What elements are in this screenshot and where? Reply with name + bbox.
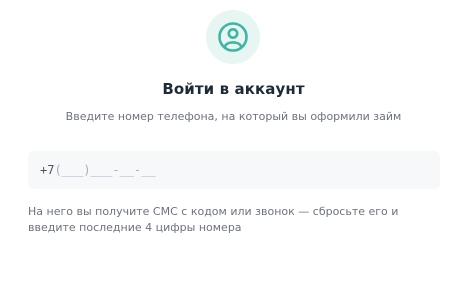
- sms-hint-line-2: введите последние 4 цифры номера: [28, 221, 242, 234]
- phone-input[interactable]: +7 (___)___-__-__: [28, 151, 440, 189]
- page-title: Войти в аккаунт: [162, 80, 305, 98]
- user-avatar: [206, 10, 260, 64]
- sms-hint-line-1: На него вы получите СМС с кодом или звон…: [28, 205, 399, 218]
- user-circle-icon: [216, 20, 250, 54]
- phone-mask-placeholder: (___)___-__-__: [54, 163, 156, 177]
- login-page: Войти в аккаунт Введите номер телефона, …: [0, 0, 451, 286]
- sms-hint: На него вы получите СМС с кодом или звон…: [28, 204, 448, 236]
- phone-country-code: +7: [40, 163, 55, 177]
- page-subtitle: Введите номер телефона, на который вы оф…: [65, 110, 402, 123]
